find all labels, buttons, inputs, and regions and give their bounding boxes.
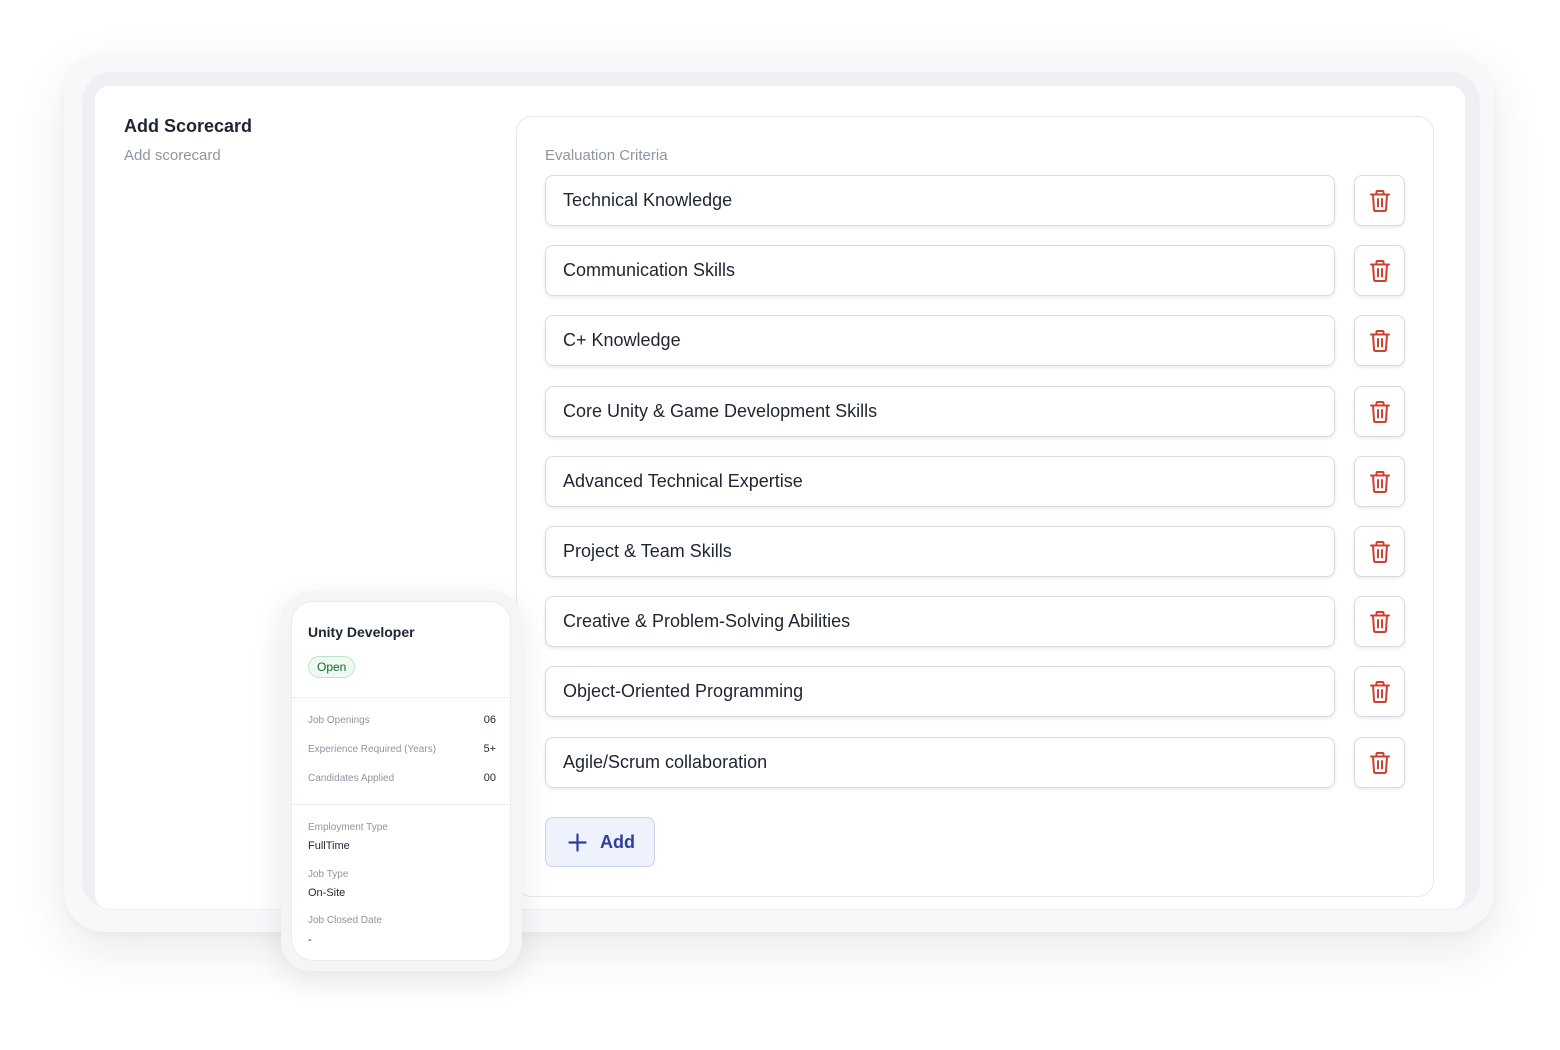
evaluation-criteria-label: Evaluation Criteria (545, 147, 668, 164)
delete-criterion-button[interactable] (1354, 245, 1405, 296)
criterion-input[interactable] (545, 526, 1335, 577)
stat-label: Candidates Applied (308, 773, 395, 784)
criterion-row (545, 526, 1405, 577)
page-subtitle: Add scorecard (124, 147, 221, 164)
criterion-input[interactable] (545, 737, 1335, 788)
criterion-row (545, 456, 1405, 507)
criterion-row (545, 737, 1405, 788)
trash-icon (1369, 680, 1390, 703)
stat-value: 5+ (483, 743, 496, 755)
page-title: Add Scorecard (124, 116, 253, 136)
job-type-value: On-Site (308, 887, 346, 899)
criterion-input[interactable] (545, 386, 1335, 437)
delete-criterion-button[interactable] (1354, 737, 1405, 788)
job-title: Unity Developer (308, 624, 415, 640)
criterion-row (545, 175, 1405, 226)
employment-type-label: Employment Type (308, 822, 388, 833)
divider (292, 697, 510, 698)
delete-criterion-button[interactable] (1354, 596, 1405, 647)
stat-value: 06 (483, 714, 496, 726)
delete-criterion-button[interactable] (1354, 666, 1405, 717)
stat-label: Job Openings (308, 715, 370, 726)
criterion-input[interactable] (545, 596, 1335, 647)
employment-type-value: FullTime (308, 840, 350, 852)
plus-icon (568, 832, 587, 852)
criterion-input[interactable] (545, 315, 1335, 366)
job-type-label: Job Type (308, 869, 349, 880)
add-button-label: Add (600, 831, 635, 852)
stat-row-job-openings: Job Openings 06 (308, 714, 496, 730)
trash-icon (1369, 259, 1390, 282)
criterion-row (545, 245, 1405, 296)
stat-row-candidates-applied: Candidates Applied 00 (308, 772, 496, 788)
delete-criterion-button[interactable] (1354, 386, 1405, 437)
status-badge: Open (308, 656, 356, 678)
stat-value: 00 (483, 772, 496, 784)
add-criterion-button[interactable]: Add (545, 817, 655, 867)
delete-criterion-button[interactable] (1354, 315, 1405, 366)
trash-icon (1369, 540, 1390, 563)
job-closed-date-label: Job Closed Date (308, 915, 382, 926)
criterion-row (545, 596, 1405, 647)
divider (292, 804, 510, 805)
trash-icon (1369, 329, 1390, 352)
stat-label: Experience Required (Years) (308, 744, 437, 755)
criterion-input[interactable] (545, 456, 1335, 507)
delete-criterion-button[interactable] (1354, 526, 1405, 577)
delete-criterion-button[interactable] (1354, 175, 1405, 226)
criterion-row (545, 315, 1405, 366)
trash-icon (1369, 470, 1390, 493)
delete-criterion-button[interactable] (1354, 456, 1405, 507)
trash-icon (1369, 751, 1390, 774)
job-closed-date-value: - (308, 934, 312, 946)
trash-icon (1369, 189, 1390, 212)
criterion-input[interactable] (545, 666, 1335, 717)
criterion-row (545, 386, 1405, 437)
criterion-input[interactable] (545, 175, 1335, 226)
criterion-input[interactable] (545, 245, 1335, 296)
trash-icon (1369, 400, 1390, 423)
stat-row-experience-required: Experience Required (Years) 5+ (308, 743, 496, 759)
job-card[interactable]: Unity Developer Open Job Openings 06 Exp… (291, 601, 511, 961)
trash-icon (1369, 610, 1390, 633)
criterion-row (545, 666, 1405, 717)
